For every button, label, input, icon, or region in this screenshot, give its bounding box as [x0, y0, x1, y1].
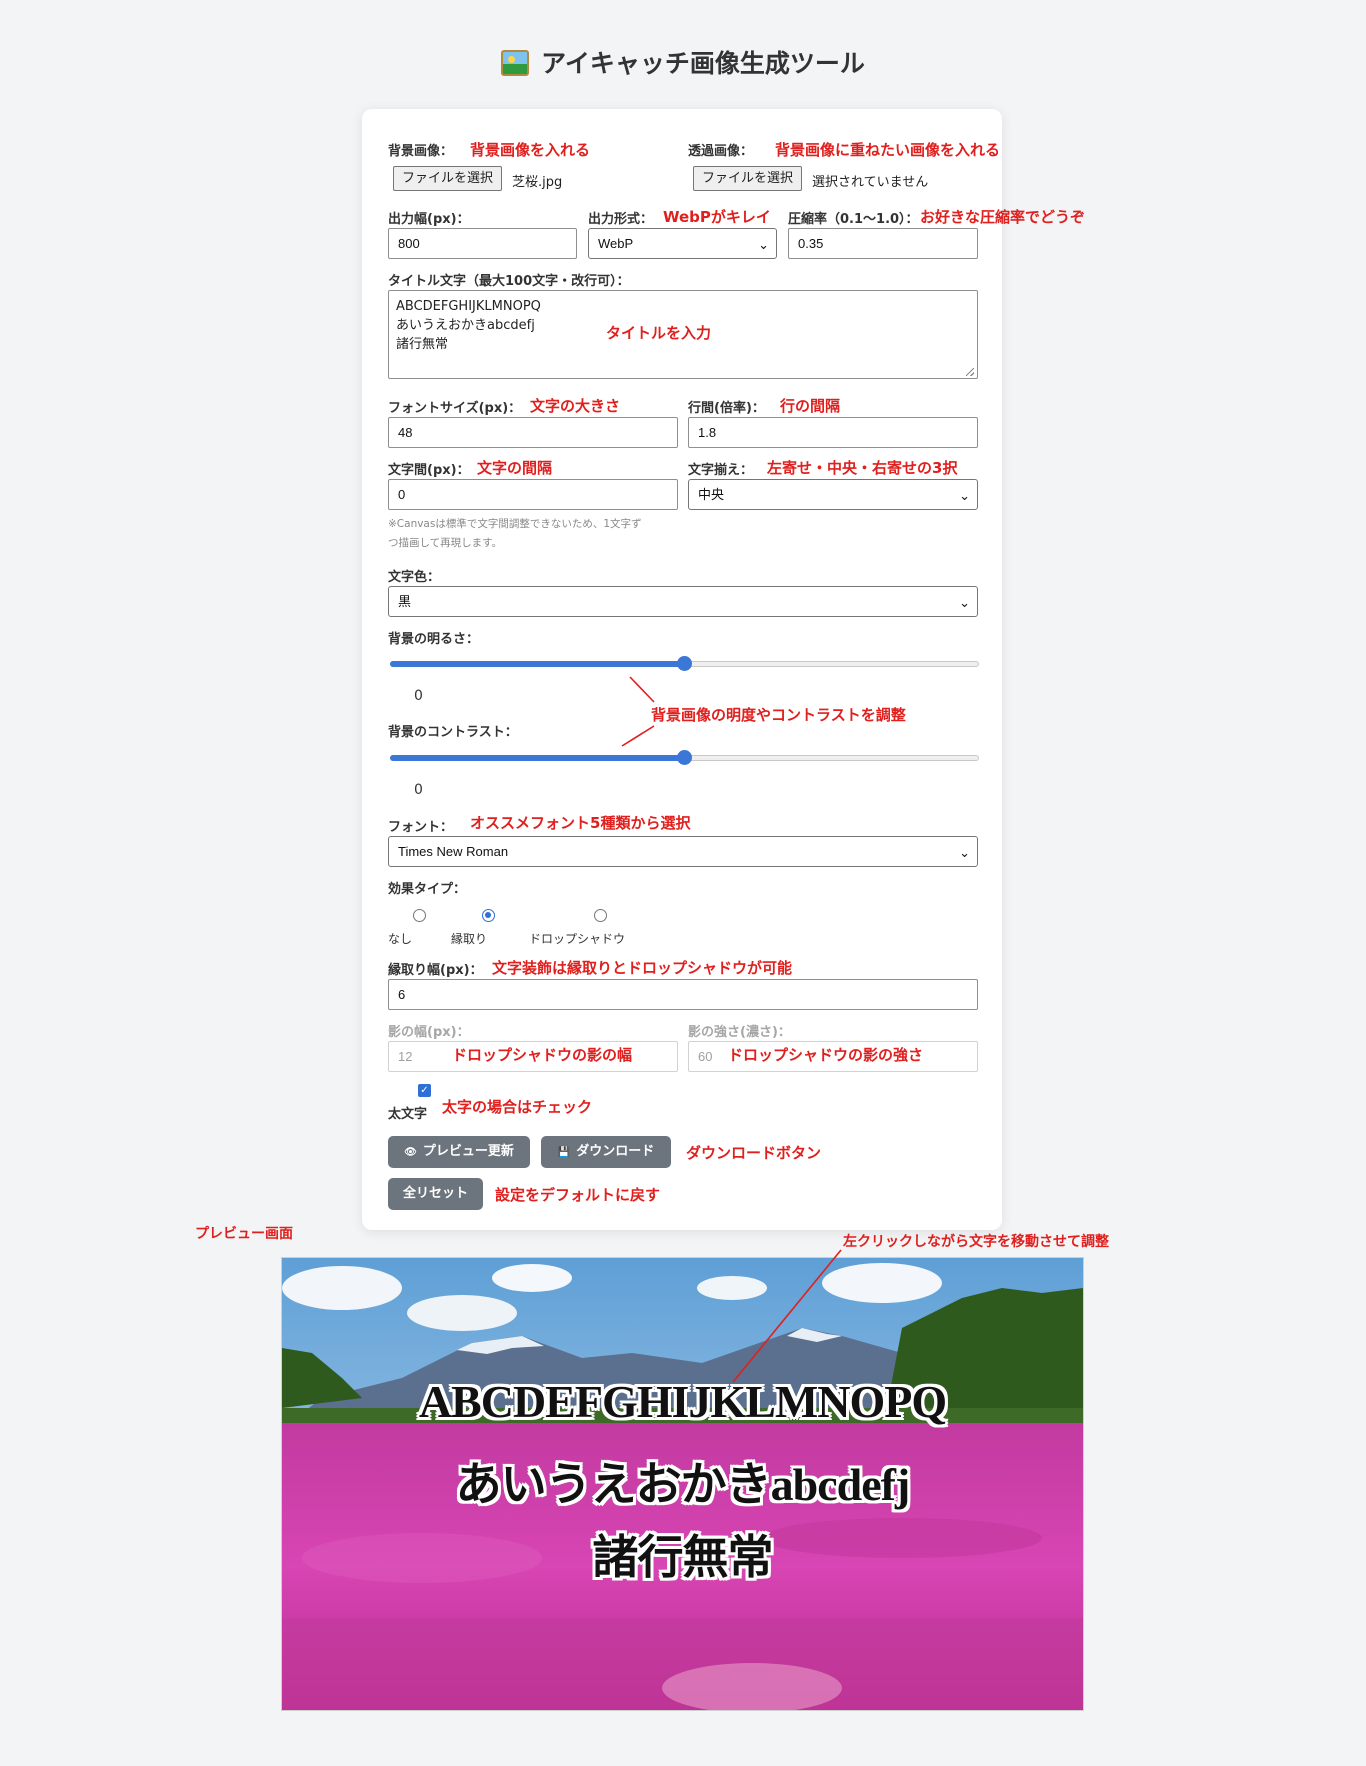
annotation-drag-arrow — [732, 1249, 842, 1383]
